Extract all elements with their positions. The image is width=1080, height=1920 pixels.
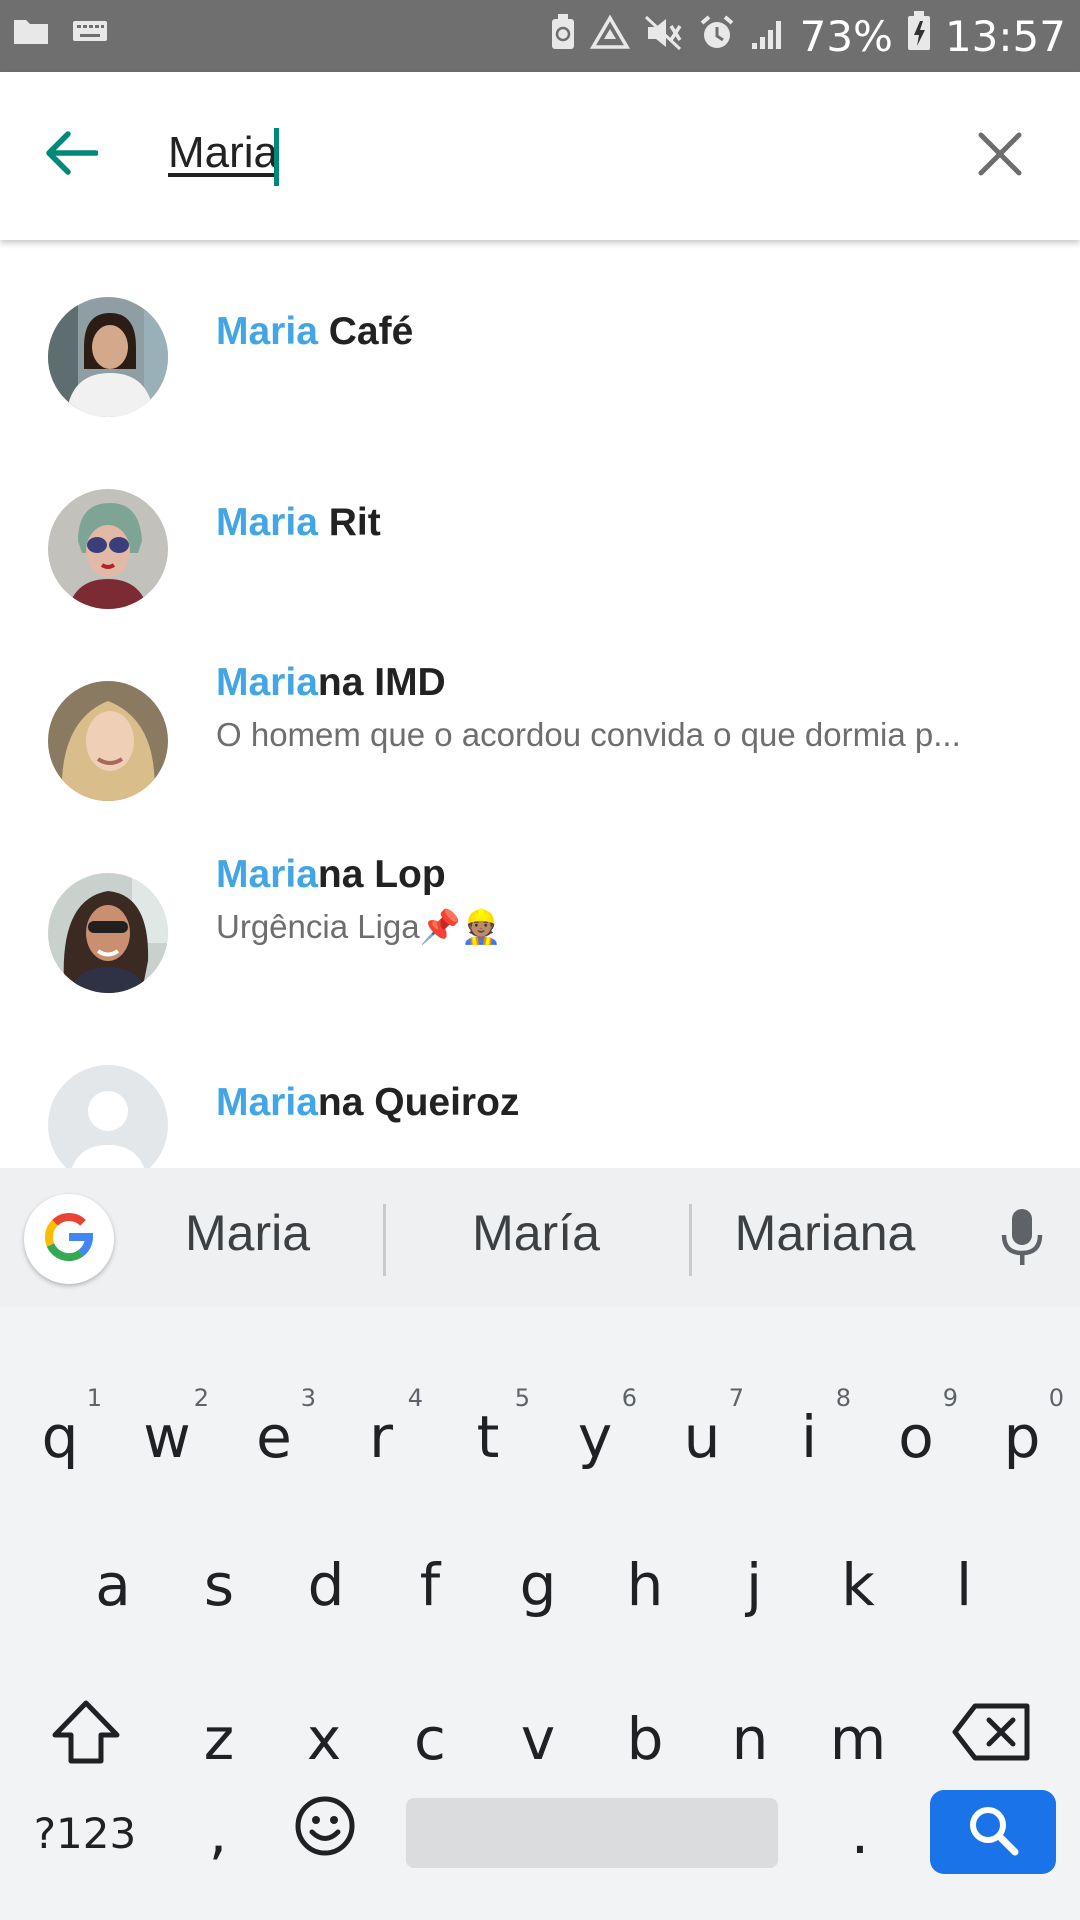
microphone-icon [1000,1207,1044,1274]
key-p[interactable]: p0 [972,1382,1072,1492]
symbols-key[interactable]: ?123 [22,1778,148,1888]
signal-icon [750,12,786,61]
key-f[interactable]: f [380,1530,480,1640]
search-input[interactable]: Maria [168,128,278,178]
key-j[interactable]: j [704,1530,804,1640]
search-header: Maria [0,72,1080,240]
contact-row[interactable]: Mariana Queiroz [0,1007,1080,1168]
contact-name: Mariana Queiroz [216,1081,520,1124]
key-y[interactable]: y6 [545,1382,645,1492]
comma-key[interactable]: , [168,1778,268,1888]
contact-row[interactable]: Maria Café [0,240,1080,430]
clear-search-button[interactable] [970,126,1030,186]
battery-charging-icon [907,11,931,61]
clock: 13:57 [944,11,1066,61]
avatar [48,489,168,609]
key-v[interactable]: v [488,1684,588,1794]
period-key[interactable]: . [810,1778,910,1888]
suggestion-1[interactable]: Maria [140,1204,355,1262]
divider [383,1204,386,1276]
emoji-key[interactable] [275,1778,375,1888]
key-e[interactable]: e3 [224,1382,324,1492]
contact-status: O homem que o acordou convida o que dorm… [216,716,961,753]
contact-name: Maria Café [216,310,414,353]
folder-icon [12,16,50,51]
contact-row[interactable]: Maria Rit [0,431,1080,621]
contact-row[interactable]: Mariana IMD O homem que o acordou convid… [0,623,1080,813]
shift-icon [51,1699,121,1779]
suggestion-strip: Maria María Mariana [0,1168,1080,1306]
key-l[interactable]: l [914,1530,1014,1640]
search-icon [966,1803,1020,1862]
backspace-icon [951,1702,1033,1776]
suggestion-2[interactable]: María [410,1204,662,1262]
suggestion-3[interactable]: Mariana [715,1204,935,1262]
back-button[interactable] [36,120,106,190]
status-bar: 73% 13:57 [0,0,1080,72]
smiley-icon [294,1795,356,1871]
backspace-key[interactable] [942,1684,1042,1794]
key-b[interactable]: b [595,1684,695,1794]
avatar [48,873,168,993]
on-screen-keyboard: q1 w2 e3 r4 t5 y6 u7 i8 o9 p0 a s d f g … [0,1306,1080,1920]
text-cursor [274,128,279,186]
contact-name: Mariana IMD [216,661,446,704]
key-r[interactable]: r4 [331,1382,431,1492]
voice-input-button[interactable] [994,1208,1050,1272]
battery-percent: 73% [799,11,893,61]
key-g[interactable]: g [488,1530,588,1640]
key-h[interactable]: h [595,1530,695,1640]
key-u[interactable]: u7 [652,1382,752,1492]
key-c[interactable]: c [380,1684,480,1794]
arrow-left-icon [44,130,99,181]
space-bar[interactable] [406,1798,778,1868]
search-action-key[interactable] [930,1790,1056,1874]
contact-results-list: Maria Café Maria Rit Mariana IMD O homem… [0,240,1080,1168]
key-w[interactable]: w2 [117,1382,217,1492]
contact-row[interactable]: Mariana Lop Urgência Liga📌👷🏽 [0,815,1080,1005]
avatar [48,297,168,417]
contact-status: Urgência Liga📌👷🏽 [216,908,502,945]
battery-saver-icon [550,12,576,61]
key-a[interactable]: a [63,1530,163,1640]
close-icon [978,132,1022,181]
recycle-icon [589,12,630,61]
key-i[interactable]: i8 [759,1382,859,1492]
key-t[interactable]: t5 [438,1382,538,1492]
alarm-icon [698,12,736,61]
contact-name: Maria Rit [216,501,381,544]
key-q[interactable]: q1 [10,1382,110,1492]
key-s[interactable]: s [169,1530,269,1640]
contact-name: Mariana Lop [216,853,446,896]
keyboard-icon [72,19,108,48]
divider [689,1204,692,1276]
google-button[interactable] [24,1194,114,1284]
avatar [48,681,168,801]
key-k[interactable]: k [808,1530,908,1640]
default-avatar-icon [48,1065,168,1168]
key-n[interactable]: n [700,1684,800,1794]
google-g-icon [41,1209,97,1270]
key-d[interactable]: d [276,1530,376,1640]
key-o[interactable]: o9 [866,1382,966,1492]
mute-icon [644,12,684,61]
